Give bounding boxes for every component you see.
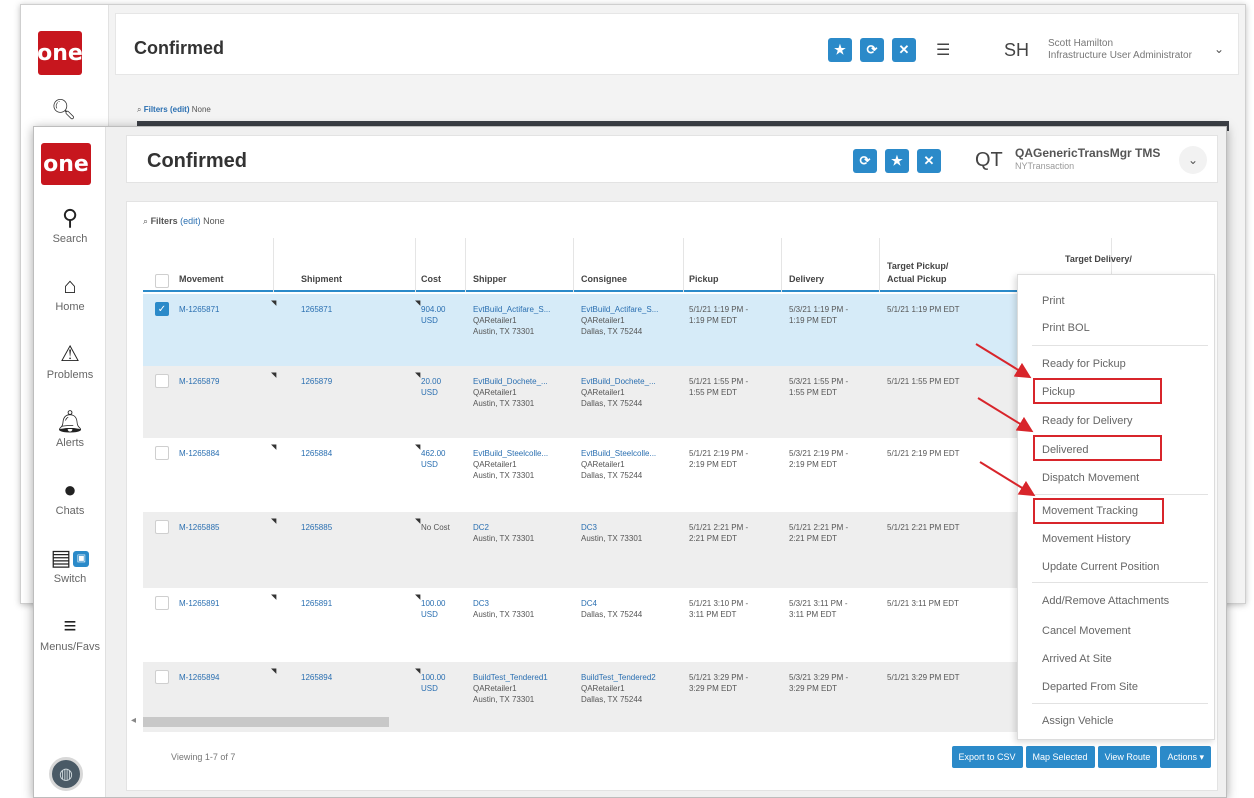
annotation-arrows (975, 343, 1036, 497)
arrow-to-pickup (975, 343, 1032, 379)
arrow-to-delivered (977, 397, 1034, 433)
arrow-to-movement-tracking (979, 461, 1036, 497)
